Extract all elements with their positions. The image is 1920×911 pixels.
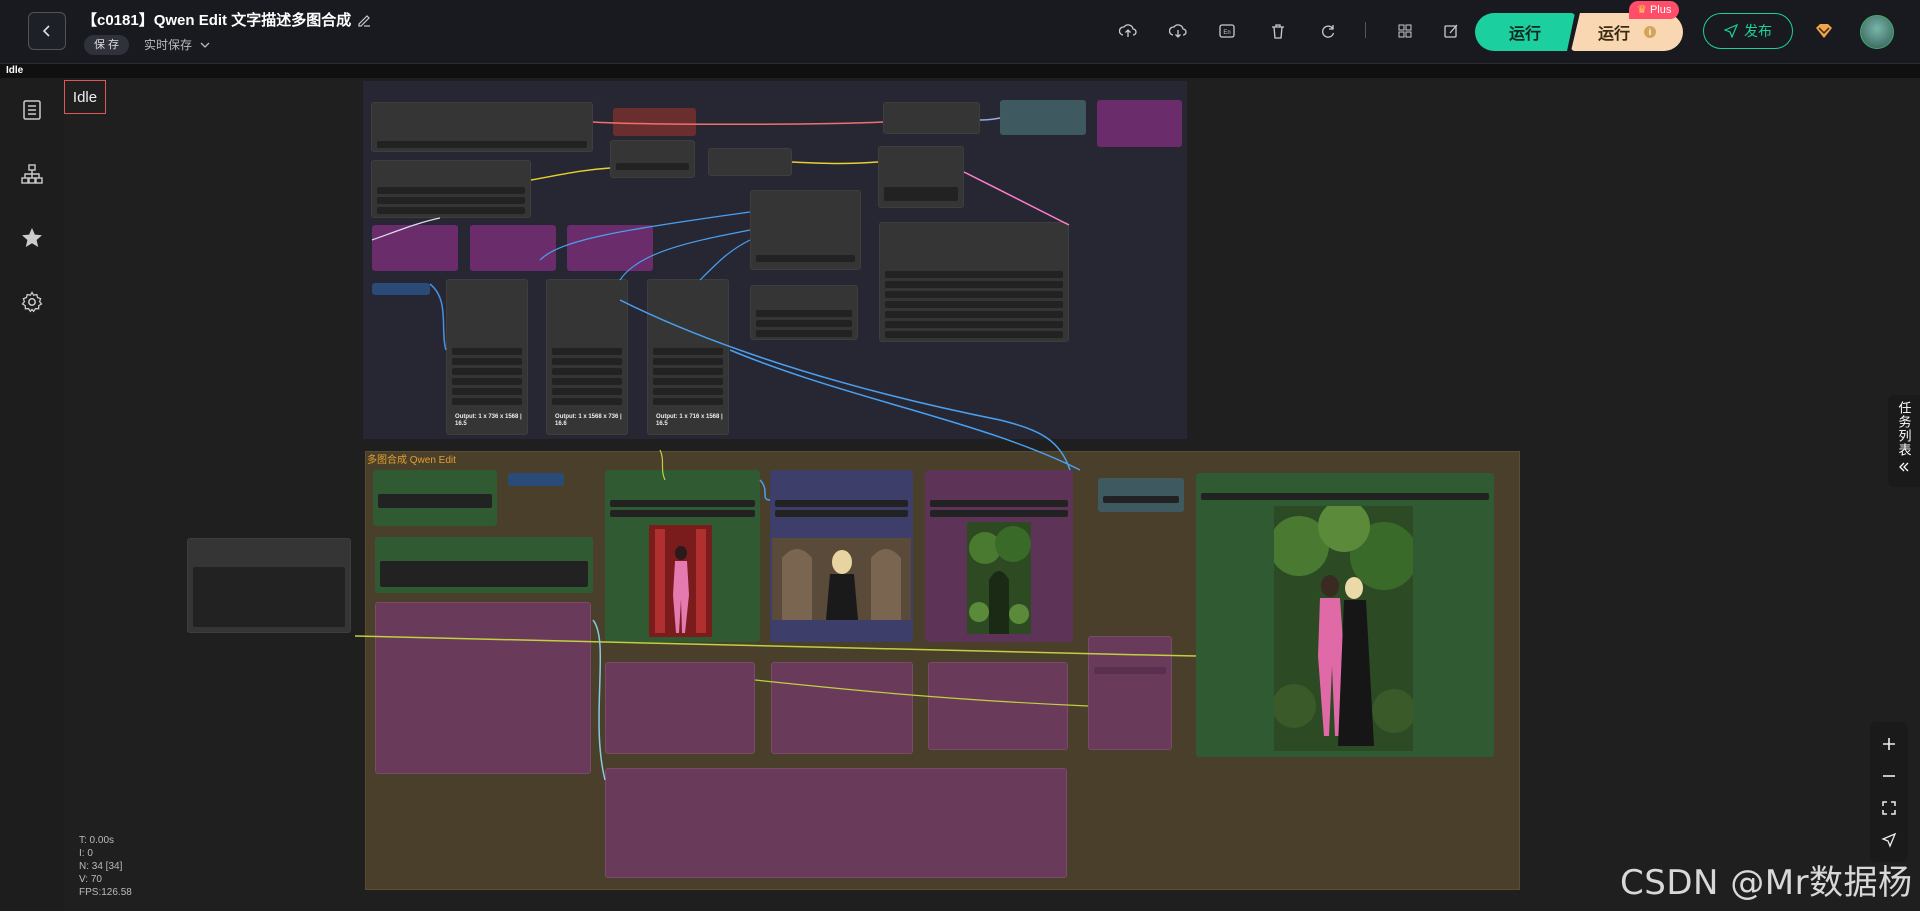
workflow-node[interactable] (470, 225, 556, 271)
plus-badge: ♛ Plus (1629, 1, 1680, 19)
send-icon (1724, 24, 1738, 38)
workflow-node[interactable] (567, 225, 653, 271)
back-button[interactable] (28, 12, 66, 50)
task-list-label: 任务列表 (1896, 401, 1912, 457)
output-image-preview (1274, 506, 1413, 751)
status-strip: Idle (0, 64, 1920, 78)
chevron-left-icon (42, 25, 50, 37)
info-icon: i (1644, 26, 1656, 38)
input-image-3 (967, 522, 1031, 634)
preview-image-node[interactable] (1196, 473, 1494, 757)
idle-indicator: Idle (64, 80, 106, 114)
language-en-icon[interactable]: En (1216, 20, 1238, 42)
run-button[interactable]: 运行 (1475, 13, 1575, 51)
autosave-label: 实时保存 (144, 38, 193, 52)
input-image-1 (649, 525, 712, 637)
workflow-node[interactable] (373, 470, 497, 526)
left-sidebar (0, 78, 65, 911)
status-text: Idle (6, 65, 24, 76)
publish-label: 发布 (1744, 23, 1772, 39)
workflow-node[interactable] (1097, 100, 1182, 147)
plus-badge-label: Plus (1649, 4, 1672, 16)
trash-icon[interactable] (1267, 20, 1289, 42)
output-info-text: Output: 1 x 1568 x 736 | 16.6 (555, 414, 622, 427)
workflow-node[interactable] (372, 225, 458, 271)
top-header: 【c0181】Qwen Edit 文字描述多图合成 保 存 实时保存 En 运行… (0, 0, 1920, 64)
stat-v: V: 70 (79, 874, 102, 885)
zoom-out-icon[interactable] (1878, 765, 1900, 787)
edit-note-icon[interactable] (1440, 20, 1462, 42)
output-info-text: Output: 1 x 716 x 1568 | 16.5 (656, 414, 723, 427)
autosave-dropdown[interactable]: 实时保存 (144, 35, 210, 55)
workflow-node[interactable] (928, 662, 1068, 750)
toolbar-divider (1365, 22, 1366, 38)
workflow-node[interactable] (883, 102, 980, 134)
workflow-node[interactable] (750, 285, 858, 340)
watermark-text: CSDN @Mr数据杨 (1620, 863, 1913, 903)
edit-title-icon[interactable] (357, 13, 371, 27)
star-favorites-icon[interactable] (20, 226, 44, 250)
workflow-node[interactable] (372, 283, 430, 295)
workflow-node[interactable] (375, 602, 591, 774)
workflow-node[interactable] (750, 190, 861, 270)
image-loader-node[interactable] (770, 470, 913, 642)
workflow-node[interactable] (771, 662, 913, 754)
workflow-node[interactable]: Output: 1 x 716 x 1568 | 16.5 (647, 279, 729, 435)
publish-button[interactable]: 发布 (1703, 13, 1793, 49)
workflow-node[interactable] (613, 108, 696, 136)
double-chevron-left-icon (1899, 462, 1909, 472)
input-image-2 (772, 538, 911, 620)
workflow-title: 【c0181】Qwen Edit 文字描述多图合成 (82, 9, 371, 30)
workflow-node[interactable] (375, 537, 593, 593)
document-list-icon[interactable] (20, 98, 44, 122)
output-info-text: Output: 1 x 736 x 1568 | 16.5 (455, 414, 522, 427)
image-loader-node[interactable] (605, 470, 760, 642)
render-stats: T: 0.00s I: 0 N: 34 [34] V: 70 FPS:126.5… (79, 834, 132, 899)
user-avatar[interactable] (1860, 15, 1894, 49)
idle-label: Idle (72, 88, 98, 106)
diamond-vip-icon[interactable] (1813, 20, 1835, 47)
grid-apps-icon[interactable] (1394, 20, 1416, 42)
workflow-node[interactable] (879, 222, 1069, 342)
download-icon[interactable] (1167, 20, 1189, 42)
workflow-node[interactable] (371, 102, 593, 152)
zoom-controls (1870, 722, 1908, 862)
workflow-node[interactable] (605, 768, 1067, 878)
workflow-node[interactable] (878, 146, 964, 208)
settings-gear-icon[interactable] (20, 290, 44, 314)
workflow-node[interactable] (508, 473, 564, 486)
workflow-node[interactable] (1000, 100, 1086, 135)
run-plus-label: 运行 (1597, 26, 1630, 43)
image-loader-node[interactable] (925, 470, 1073, 642)
crown-icon: ♛ (1637, 4, 1647, 16)
stat-nodes: N: 34 [34] (79, 861, 123, 872)
refresh-icon[interactable] (1317, 20, 1339, 42)
stat-time: T: 0.00s (79, 835, 115, 846)
task-list-tab[interactable]: 任务列表 (1888, 395, 1920, 487)
upload-icon[interactable] (1117, 20, 1139, 42)
workflow-node[interactable] (1088, 636, 1172, 750)
group-title-multi-image: 多图合成 Qwen Edit (367, 455, 456, 466)
workflow-node[interactable] (371, 160, 531, 218)
workflow-node[interactable] (708, 148, 792, 176)
stat-fps: FPS:126.58 (79, 887, 132, 898)
save-button[interactable]: 保 存 (84, 35, 130, 55)
svg-text:En: En (1223, 30, 1230, 36)
node-tree-icon[interactable] (20, 162, 44, 186)
stat-i: I: 0 (79, 848, 93, 859)
workflow-node[interactable] (610, 140, 695, 178)
workflow-node[interactable] (1098, 478, 1184, 512)
navigate-arrow-icon[interactable] (1878, 829, 1900, 851)
fit-view-icon[interactable] (1878, 797, 1900, 819)
zoom-in-icon[interactable] (1878, 733, 1900, 755)
workflow-node[interactable] (187, 538, 351, 633)
workflow-title-text: 【c0181】Qwen Edit 文字描述多图合成 (82, 12, 352, 29)
workflow-node[interactable] (605, 662, 755, 754)
workflow-node[interactable]: Output: 1 x 1568 x 736 | 16.6 (546, 279, 628, 435)
workflow-node[interactable]: Output: 1 x 736 x 1568 | 16.5 (446, 279, 528, 435)
chevron-down-icon (200, 42, 210, 48)
